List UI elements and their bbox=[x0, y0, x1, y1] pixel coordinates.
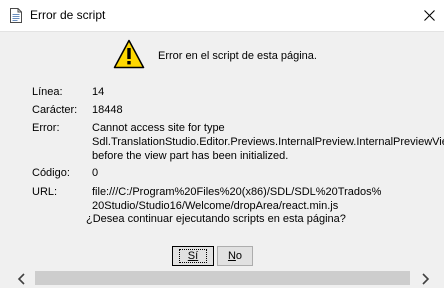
error-value-line2: Sdl.TranslationStudio.Editor.Previews.In… bbox=[92, 136, 444, 148]
code-label: Código: bbox=[32, 167, 70, 179]
document-icon bbox=[10, 8, 22, 23]
chevron-right-icon[interactable] bbox=[418, 272, 432, 286]
close-button[interactable] bbox=[414, 0, 444, 31]
error-value-line1: Cannot access site for type bbox=[92, 122, 225, 134]
char-label: Carácter: bbox=[32, 104, 78, 116]
url-label: URL: bbox=[32, 186, 58, 198]
horizontal-scrollbar[interactable] bbox=[0, 270, 444, 288]
no-button[interactable]: No bbox=[217, 246, 253, 266]
yes-button-label: Sí bbox=[178, 249, 208, 263]
error-heading: Error en el script de esta página. bbox=[158, 50, 317, 62]
continue-question: ¿Desea continuar ejecutando scripts en e… bbox=[86, 213, 346, 225]
window-title: Error de script bbox=[30, 8, 106, 22]
close-icon bbox=[423, 10, 435, 21]
error-value-line3: before the view part has been initialize… bbox=[92, 150, 289, 162]
url-value-line2: 20Studio/Studio16/Welcome/dropArea/react… bbox=[92, 200, 339, 212]
error-label: Error: bbox=[32, 122, 60, 134]
warning-icon bbox=[113, 39, 145, 69]
line-label: Línea: bbox=[32, 86, 63, 98]
code-value: 0 bbox=[92, 167, 99, 179]
line-value: 14 bbox=[92, 86, 105, 98]
chevron-left-icon[interactable] bbox=[15, 272, 29, 286]
scrollbar-thumb[interactable] bbox=[35, 271, 410, 285]
url-value-line1: file:///C:/Program%20Files%20(x86)/SDL/S… bbox=[92, 186, 382, 198]
char-value: 18448 bbox=[92, 104, 123, 116]
title-bar: Error de script bbox=[0, 0, 444, 32]
yes-button[interactable]: Sí bbox=[172, 246, 214, 266]
no-button-label: No bbox=[227, 250, 243, 262]
